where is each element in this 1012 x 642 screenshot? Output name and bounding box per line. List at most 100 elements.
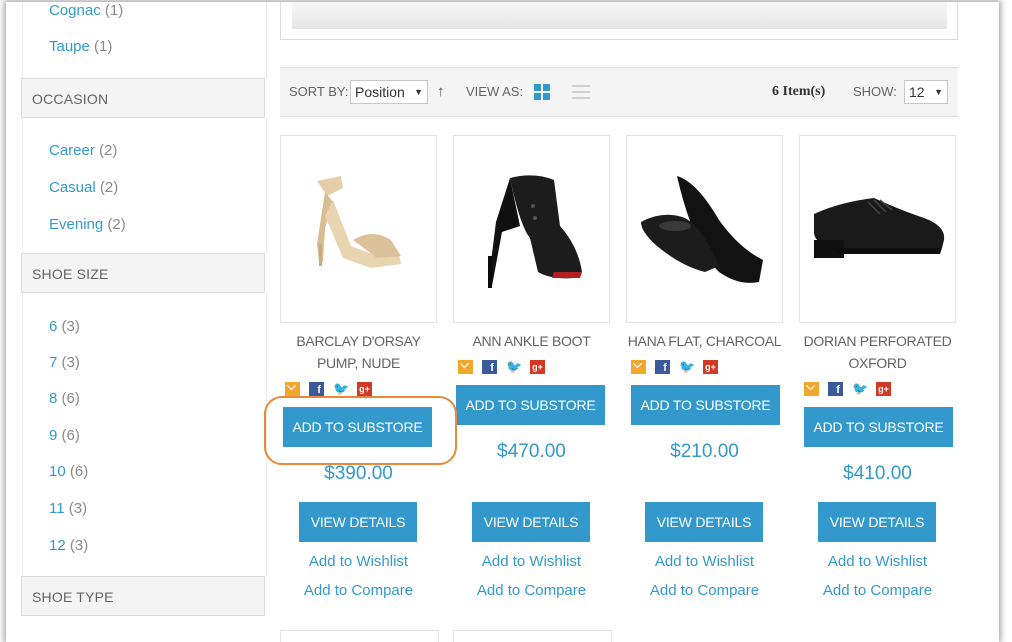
filter-count: (2): [99, 179, 119, 196]
shoe-size-filter-list: 6 (3) 7 (3) 8 (6) 9 (6) 10 (6) 11 (3) 12…: [22, 293, 267, 576]
twitter-icon[interactable]: 🐦: [506, 360, 522, 374]
filter-label: Career: [49, 142, 95, 159]
filter-count: (6): [61, 427, 80, 444]
color-filter-list: Cognac (1) Taupe (1): [22, 2, 267, 78]
filter-color-taupe[interactable]: Taupe (1): [49, 38, 112, 55]
show-select-value: 12: [909, 84, 925, 100]
sort-by-label: SORT BY:: [289, 84, 349, 99]
add-to-compare-link[interactable]: Add to Compare: [799, 582, 956, 599]
filter-occasion-evening[interactable]: Evening (2): [49, 216, 126, 233]
filter-color-cognac[interactable]: Cognac (1): [49, 2, 123, 19]
filter-size-12[interactable]: 12 (3): [49, 537, 88, 554]
occasion-heading: OCCASION: [21, 78, 265, 118]
add-to-wishlist-link[interactable]: Add to Wishlist: [799, 553, 956, 570]
oxford-shoe-image: [814, 198, 945, 258]
filter-occasion-career[interactable]: Career (2): [49, 142, 117, 159]
filter-count: (3): [69, 537, 89, 554]
flat-shoe-image: [641, 176, 763, 283]
filter-size-9[interactable]: 9 (6): [49, 427, 80, 444]
filter-count: (2): [99, 142, 118, 159]
twitter-icon[interactable]: 🐦: [333, 382, 349, 396]
occasion-filter-list: Career (2) Casual (2) Evening (2): [22, 118, 267, 253]
twitter-icon[interactable]: 🐦: [679, 360, 695, 374]
filter-size-6[interactable]: 6 (3): [49, 318, 80, 335]
toolbar: SORT BY: Position ▼ ↑ VIEW AS: 6 Item(s)…: [280, 67, 958, 117]
filter-label: 7: [49, 354, 58, 371]
product-price: $470.00: [497, 441, 566, 462]
product-price: $390.00: [324, 463, 393, 484]
add-to-substore-button[interactable]: ADD TO SUBSTORE: [631, 385, 780, 425]
product-image[interactable]: [453, 135, 610, 323]
add-to-substore-button[interactable]: ADD TO SUBSTORE: [804, 407, 953, 447]
product-price: $210.00: [670, 441, 739, 462]
view-details-button[interactable]: VIEW DETAILS: [818, 502, 936, 542]
show-select[interactable]: 12 ▼: [904, 80, 948, 104]
add-to-wishlist-link[interactable]: Add to Wishlist: [626, 553, 783, 570]
add-to-wishlist-link[interactable]: Add to Wishlist: [280, 553, 437, 570]
filter-label: Cognac: [49, 2, 101, 19]
product-name-line[interactable]: OXFORD: [799, 352, 956, 374]
google-plus-icon[interactable]: g+: [357, 382, 372, 396]
facebook-icon[interactable]: f: [309, 382, 324, 396]
product-name-line[interactable]: HANA FLAT, CHARCOAL: [626, 330, 783, 352]
add-to-compare-link[interactable]: Add to Compare: [626, 582, 783, 599]
grid-view-icon[interactable]: [534, 84, 550, 100]
facebook-icon[interactable]: f: [828, 382, 843, 396]
filter-label: 12: [49, 537, 66, 554]
product-price: $410.00: [843, 463, 912, 484]
filter-count: (2): [107, 216, 126, 233]
filter-label: 6: [49, 318, 58, 335]
filter-label: 10: [49, 463, 66, 480]
product-name-line[interactable]: BARCLAY D'ORSAY: [280, 330, 437, 352]
list-view-icon[interactable]: [572, 84, 590, 100]
add-to-compare-link[interactable]: Add to Compare: [453, 582, 610, 599]
highlight-annotation: [264, 396, 457, 465]
view-as-label: VIEW AS:: [466, 84, 524, 99]
email-icon[interactable]: [458, 360, 473, 374]
show-label: SHOW:: [853, 84, 897, 99]
product-name-line[interactable]: ANN ANKLE BOOT: [453, 330, 610, 352]
view-details-button[interactable]: VIEW DETAILS: [472, 502, 590, 542]
sort-arrow-icon[interactable]: ↑: [437, 68, 445, 116]
sidebar: Cognac (1) Taupe (1) OCCASION Career (2)…: [21, 2, 267, 642]
facebook-icon[interactable]: f: [655, 360, 670, 374]
filter-label: Evening: [49, 216, 104, 233]
facebook-icon[interactable]: f: [482, 360, 497, 374]
product-name-line[interactable]: DORIAN PERFORATED: [799, 330, 956, 352]
product-image[interactable]: [626, 135, 783, 323]
filter-size-7[interactable]: 7 (3): [49, 354, 80, 371]
category-banner: [280, 2, 958, 40]
banner-image: [292, 2, 947, 29]
google-plus-icon[interactable]: g+: [530, 360, 545, 374]
add-to-compare-link[interactable]: Add to Compare: [280, 582, 437, 599]
chevron-down-icon: ▼: [414, 87, 423, 97]
twitter-icon[interactable]: 🐦: [852, 382, 868, 396]
view-details-button[interactable]: VIEW DETAILS: [299, 502, 417, 542]
email-icon[interactable]: [804, 382, 819, 396]
filter-label: 9: [49, 427, 58, 444]
email-icon[interactable]: [631, 360, 646, 374]
product-card-stub: [453, 630, 612, 642]
filter-count: (3): [68, 500, 88, 517]
view-details-button[interactable]: VIEW DETAILS: [645, 502, 763, 542]
sort-select-value: Position: [355, 84, 405, 100]
filter-size-11[interactable]: 11 (3): [49, 500, 87, 517]
filter-count: (6): [69, 463, 89, 480]
google-plus-icon[interactable]: g+: [876, 382, 891, 396]
google-plus-icon[interactable]: g+: [703, 360, 718, 374]
product-name-line[interactable]: PUMP, NUDE: [280, 352, 437, 374]
filter-size-10[interactable]: 10 (6): [49, 463, 88, 480]
add-to-wishlist-link[interactable]: Add to Wishlist: [453, 553, 610, 570]
filter-label: Taupe: [49, 38, 90, 55]
chevron-down-icon: ▼: [934, 87, 943, 97]
product-image[interactable]: [799, 135, 956, 323]
filter-label: 11: [49, 500, 65, 517]
filter-occasion-casual[interactable]: Casual (2): [49, 179, 118, 196]
add-to-substore-button[interactable]: ADD TO SUBSTORE: [456, 385, 605, 425]
product-image[interactable]: [280, 135, 437, 323]
email-icon[interactable]: [285, 382, 300, 396]
ankle-boot-image: [488, 175, 582, 288]
filter-count: (3): [61, 318, 80, 335]
sort-select[interactable]: Position ▼: [350, 80, 428, 104]
filter-size-8[interactable]: 8 (6): [49, 390, 80, 407]
